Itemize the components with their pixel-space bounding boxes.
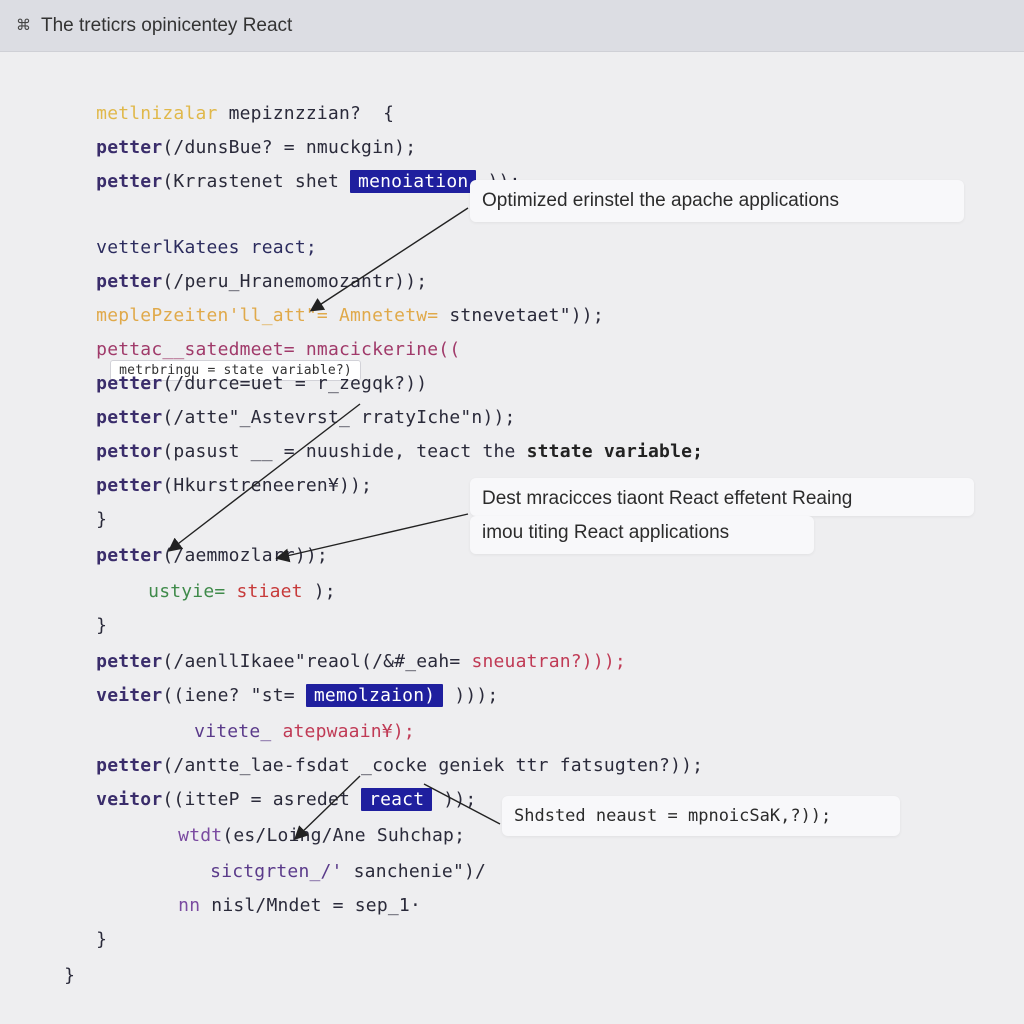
window-title: The treticrs opinicentey React — [41, 15, 293, 36]
callout-text: imou titing React applications — [482, 522, 730, 543]
title-bar: ⌘ The treticrs opinicentey React — [0, 0, 1024, 52]
code-token: sttate variable; — [526, 441, 704, 462]
code-token: nisl/Mndet = sep_1· — [211, 895, 421, 916]
callout-text: Shdsted neaust = mpnoicSaK,?)); — [514, 806, 832, 826]
code-token: (Hkurstreneeren¥)); — [162, 475, 373, 496]
highlighted-token[interactable]: menoiation — [350, 170, 477, 193]
code-keyword: petter — [96, 171, 163, 192]
annotation-callout: Shdsted neaust = mpnoicSaK,?)); — [502, 796, 900, 836]
code-token: ustyie= — [148, 581, 237, 602]
code-token: stiaet — [236, 581, 314, 602]
code-token: nn — [178, 895, 212, 916]
code-line: petter(Krrastenet shet menoiation )); — [52, 150, 521, 213]
annotation-callout: Optimized erinstel the apache applicatio… — [470, 180, 964, 222]
callout-text: Dest mracicces tiaont React effetent Rea… — [482, 488, 853, 509]
annotation-callout: imou titing React applications — [470, 516, 814, 554]
code-line: nn nisl/Mndet = sep_1· — [134, 874, 421, 937]
code-token: stnevetaet")); — [449, 305, 604, 326]
code-line: ustyie= stiaet ); — [104, 560, 336, 623]
code-line: } — [20, 944, 75, 1007]
code-token: ); — [313, 581, 336, 602]
closing-brace: } — [64, 965, 76, 986]
code-token: (Krrastenet shet — [162, 171, 351, 192]
annotation-callout: Dest mracicces tiaont React effetent Rea… — [470, 478, 974, 516]
closing-brace: } — [96, 929, 108, 950]
callout-text: Optimized erinstel the apache applicatio… — [482, 190, 839, 211]
code-token: ))); — [443, 685, 499, 706]
pin-icon[interactable]: ⌘ — [16, 16, 31, 34]
code-editor[interactable]: metlnizalar mepiznzzian? { petter(/dunsB… — [0, 52, 1024, 1024]
